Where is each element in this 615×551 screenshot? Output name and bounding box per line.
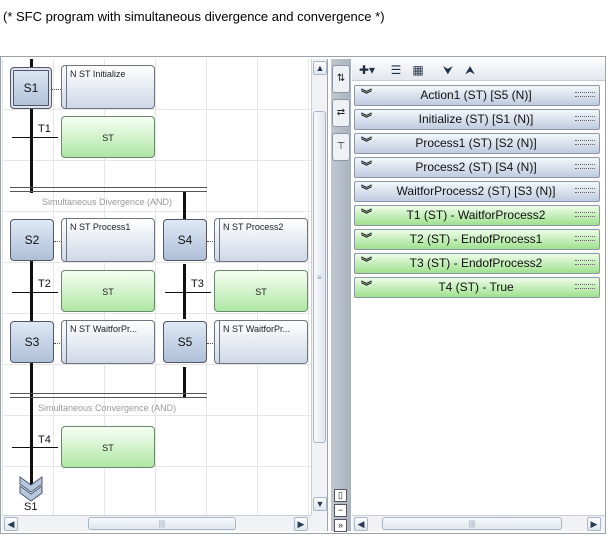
step-s2[interactable]: S2 xyxy=(10,219,54,261)
program-caption: (* SFC program with simultaneous diverge… xyxy=(3,9,385,24)
scroll-up-button[interactable]: ▲ xyxy=(313,61,327,75)
scroll-right-button[interactable]: ▶ xyxy=(294,517,308,531)
list-item[interactable]: ︾ T3 (ST) - EndofProcess2 xyxy=(354,253,600,274)
grid-view-icon[interactable]: ▦ xyxy=(410,62,426,78)
list-item-label: Initialize (ST) [S1 (N)] xyxy=(418,112,534,126)
action-block-waitfor-s5[interactable]: N ST WaitforPr... xyxy=(214,320,308,364)
sfc-diagram-pane: S1 N ST Initialize T1 ST Simultaneous Di… xyxy=(2,59,328,531)
step-s1[interactable]: S1 xyxy=(10,67,52,109)
list-item-label: T2 (ST) - EndofProcess1 xyxy=(409,232,543,246)
step-s5[interactable]: S5 xyxy=(163,321,207,363)
scroll-down-button[interactable]: ▼ xyxy=(313,497,327,511)
list-item-label: Process2 (ST) [S4 (N)] xyxy=(415,160,537,174)
chevron-down-icon[interactable]: ︾ xyxy=(361,134,372,153)
list-item[interactable]: ︾ Action1 (ST) [S5 (N)] xyxy=(354,85,600,106)
chevron-down-icon[interactable]: ︾ xyxy=(361,110,372,129)
convergence-bar xyxy=(10,393,207,398)
sort-icon[interactable]: ⇅ xyxy=(332,65,350,93)
sfc-editor: S1 N ST Initialize T1 ST Simultaneous Di… xyxy=(0,56,606,534)
transition-block-t1[interactable]: ST xyxy=(61,116,155,158)
list-item[interactable]: ︾ T2 (ST) - EndofProcess1 xyxy=(354,229,600,250)
jump-arrow-icon[interactable] xyxy=(18,475,44,503)
list-item-label: WaitforProcess2 (ST) [S3 (N)] xyxy=(396,184,556,198)
link-line xyxy=(30,109,33,193)
step-label: S1 xyxy=(23,81,39,95)
drag-handle-icon[interactable] xyxy=(575,188,595,193)
scroll-left-button[interactable]: ◀ xyxy=(4,517,18,531)
list-item[interactable]: ︾ T4 (ST) - True xyxy=(354,277,600,298)
drag-handle-icon[interactable] xyxy=(575,236,595,241)
drag-handle-icon[interactable] xyxy=(575,212,595,217)
convergence-label: Simultaneous Convergence (AND) xyxy=(38,403,177,413)
chevron-down-icon[interactable]: ︾ xyxy=(361,254,372,273)
list-item[interactable]: ︾ Initialize (ST) [S1 (N)] xyxy=(354,109,600,130)
scroll-left-button[interactable]: ◀ xyxy=(354,517,368,531)
list-item[interactable]: ︾ WaitforProcess2 (ST) [S3 (N)] xyxy=(354,181,600,202)
expand-all-icon[interactable]: ⮝ xyxy=(462,62,478,78)
transition-label-t3: T3 xyxy=(191,278,204,290)
scroll-thumb[interactable]: ||| xyxy=(88,517,236,530)
list-item[interactable]: ︾ Process1 (ST) [S2 (N)] xyxy=(354,133,600,154)
transition-label-t4: T4 xyxy=(38,434,51,446)
list-toolbar: ✚▾ ☰ ▦ ⮟ ⮝ xyxy=(352,59,605,81)
drag-handle-icon[interactable] xyxy=(575,164,595,169)
list-item[interactable]: ︾ T1 (ST) - WaitforProcess2 xyxy=(354,205,600,226)
chevron-down-icon[interactable]: ︾ xyxy=(361,182,372,201)
step-s4[interactable]: S4 xyxy=(163,219,207,261)
list-item-label: T1 (ST) - WaitforProcess2 xyxy=(406,208,546,222)
transition-block-t4[interactable]: ST xyxy=(61,426,155,468)
transition-label-t1: T1 xyxy=(38,123,51,135)
drag-handle-icon[interactable] xyxy=(575,260,595,265)
chevron-down-icon[interactable]: ︾ xyxy=(361,86,372,105)
pou-list-pane: ✚▾ ☰ ▦ ⮟ ⮝ ︾ Action1 (ST) [S5 (N)] ︾ Initia… xyxy=(352,59,605,531)
list-item-label: Process1 (ST) [S2 (N)] xyxy=(415,136,537,150)
list-item-label: T3 (ST) - EndofProcess2 xyxy=(409,256,543,270)
add-icon[interactable]: ✚▾ xyxy=(356,62,378,78)
diagram-horizontal-scrollbar[interactable]: ◀ ||| ▶ xyxy=(2,515,312,531)
chevron-down-icon[interactable]: ︾ xyxy=(361,278,372,297)
collapse-all-icon[interactable]: ⮟ xyxy=(440,62,456,78)
divergence-label: Simultaneous Divergence (AND) xyxy=(42,197,173,207)
scroll-thumb[interactable]: ≡ xyxy=(313,111,326,443)
zoom-fit-icon[interactable]: ▯ xyxy=(334,489,347,502)
list-item[interactable]: ︾ Process2 (ST) [S4 (N)] xyxy=(354,157,600,178)
drag-handle-icon[interactable] xyxy=(575,284,595,289)
drag-handle-icon[interactable] xyxy=(575,140,595,145)
action-block-waitfor-s3[interactable]: N ST WaitforPr... xyxy=(61,320,155,364)
scroll-right-button[interactable]: ▶ xyxy=(587,517,601,531)
chevron-down-icon[interactable]: ︾ xyxy=(361,206,372,225)
action-block-process1[interactable]: N ST Process1 xyxy=(61,218,155,262)
transition-block-t3[interactable]: ST xyxy=(214,270,308,312)
filter-icon[interactable]: ⊤ xyxy=(332,133,350,161)
jump-target-label: S1 xyxy=(24,501,38,513)
list-horizontal-scrollbar[interactable]: ◀ ||| ▶ xyxy=(352,515,605,531)
list-item-label: Action1 (ST) [S5 (N)] xyxy=(420,88,532,102)
swap-icon[interactable]: ⇄ xyxy=(332,99,350,127)
chevron-down-icon[interactable]: ︾ xyxy=(361,230,372,249)
transition-block-t2[interactable]: ST xyxy=(61,270,155,312)
expand-panel-icon[interactable]: » xyxy=(334,519,347,532)
step-s3[interactable]: S3 xyxy=(10,321,54,363)
chevron-down-icon[interactable]: ︾ xyxy=(361,158,372,177)
drag-handle-icon[interactable] xyxy=(575,92,595,97)
scroll-thumb[interactable]: ||| xyxy=(382,517,562,530)
list-view-icon[interactable]: ☰ xyxy=(388,62,404,78)
splitter-toolbar: ⇅ ⇄ ⊤ ▯ − » xyxy=(331,59,351,532)
action-block-initialize[interactable]: N ST Initialize xyxy=(61,65,155,109)
divergence-bar xyxy=(10,187,207,192)
zoom-out-icon[interactable]: − xyxy=(334,504,347,517)
list-item-label: T4 (ST) - True xyxy=(438,280,514,294)
drag-handle-icon[interactable] xyxy=(575,116,595,121)
sfc-canvas[interactable]: S1 N ST Initialize T1 ST Simultaneous Di… xyxy=(2,59,312,515)
diagram-vertical-scrollbar[interactable]: ▲ ≡ ▼ xyxy=(311,59,327,515)
transition-label-t2: T2 xyxy=(38,278,51,290)
action-block-process2[interactable]: N ST Process2 xyxy=(214,218,308,262)
